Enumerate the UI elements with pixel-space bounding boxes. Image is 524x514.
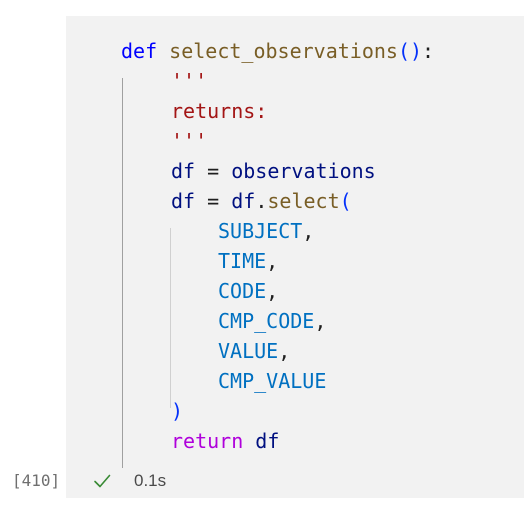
var-df-return: df <box>243 429 280 453</box>
var-observations: observations <box>231 159 376 183</box>
indent-guide <box>122 78 123 468</box>
code-line-6: df = df.select( <box>171 186 352 216</box>
var-df: df <box>171 159 196 183</box>
comma: , <box>266 249 279 273</box>
function-name: select_observations <box>169 39 398 63</box>
code-line-14: return df <box>171 426 279 456</box>
code-line-2: ''' <box>171 66 207 96</box>
const-code: CODE <box>218 279 267 303</box>
keyword-def: def <box>121 39 158 63</box>
execution-duration: 0.1s <box>134 471 167 490</box>
colon: : <box>422 39 435 63</box>
execution-count: [410] <box>12 471 61 490</box>
code-line-5: df = observations <box>171 156 376 186</box>
open-paren: ( <box>339 189 352 213</box>
code-editor[interactable]: def select_observations(): ''' returns: … <box>66 16 524 468</box>
code-line-1: def select_observations(): <box>121 36 434 66</box>
function-parens: () <box>397 39 423 63</box>
const-subject: SUBJECT <box>218 219 303 243</box>
const-cmp-value: CMP_VALUE <box>218 369 327 393</box>
code-line-9: CODE, <box>218 276 278 306</box>
docstring-open: ''' <box>171 69 208 93</box>
close-paren: ) <box>171 399 184 423</box>
code-line-10: CMP_CODE, <box>218 306 326 336</box>
assign-op: = <box>195 159 232 183</box>
code-line-12: CMP_VALUE <box>218 366 326 396</box>
comma: , <box>278 339 291 363</box>
cell-status-bar: [410] 0.1s <box>0 468 524 494</box>
const-cmp-code: CMP_CODE <box>218 309 315 333</box>
const-value: VALUE <box>218 339 279 363</box>
code-line-13: ) <box>171 396 183 426</box>
code-line-3: returns: <box>171 96 267 126</box>
comma: , <box>302 219 315 243</box>
code-line-8: TIME, <box>218 246 278 276</box>
code-line-4: ''' <box>171 126 207 156</box>
var-df: df <box>171 189 196 213</box>
assign-op: = <box>195 189 232 213</box>
var-df-2: df <box>231 189 256 213</box>
code-line-7: SUBJECT, <box>218 216 314 246</box>
code-cell[interactable]: def select_observations(): ''' returns: … <box>66 16 524 498</box>
keyword-return: return <box>171 429 244 453</box>
const-time: TIME <box>218 249 267 273</box>
method-select: select <box>267 189 340 213</box>
docstring-text: returns: <box>171 99 268 123</box>
indent-guide-inner <box>170 228 171 408</box>
docstring-close: ''' <box>171 129 208 153</box>
check-icon <box>94 474 111 488</box>
comma: , <box>266 279 279 303</box>
dot: . <box>255 189 268 213</box>
comma: , <box>314 309 327 333</box>
code-line-11: VALUE, <box>218 336 290 366</box>
